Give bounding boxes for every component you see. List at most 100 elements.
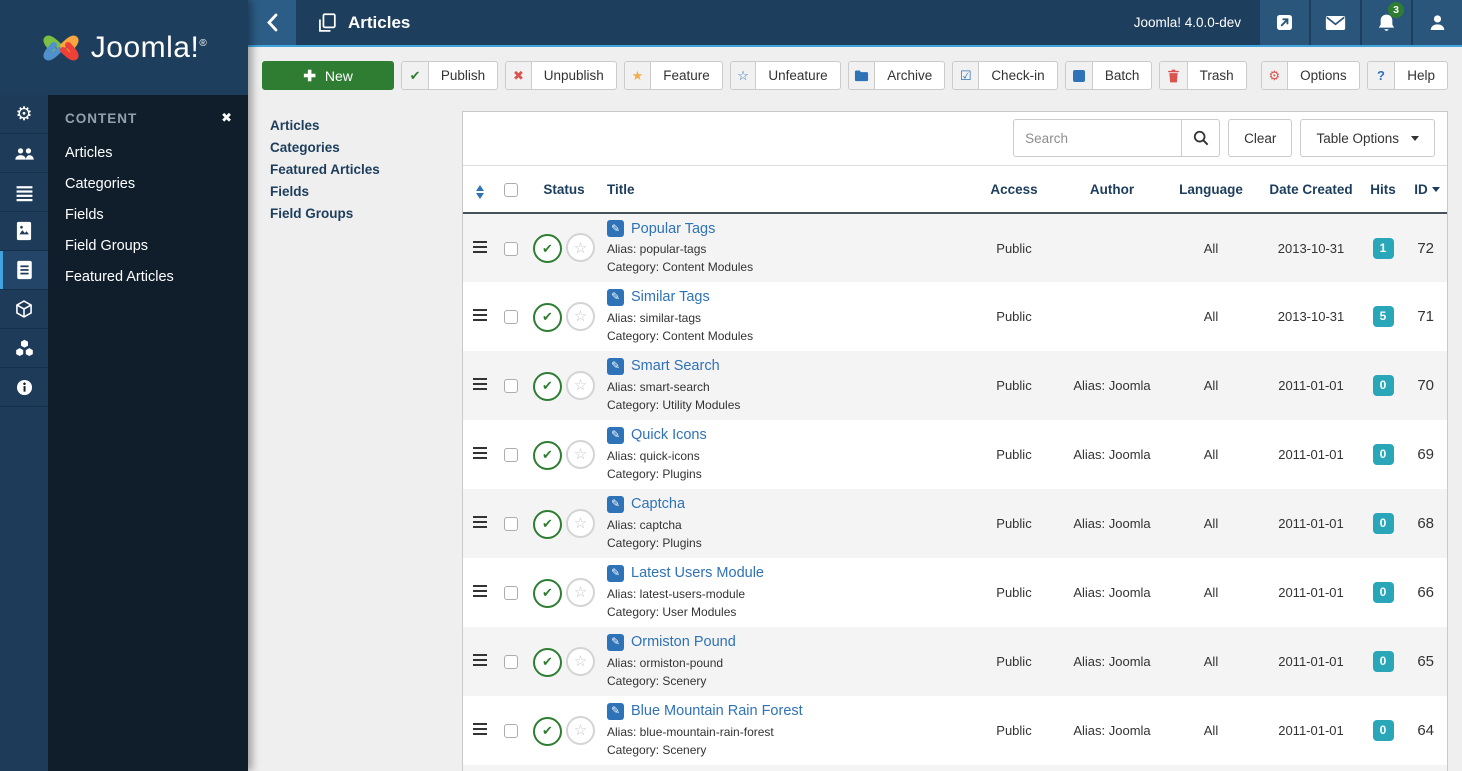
extensions-cubes-icon[interactable] (0, 329, 48, 368)
drag-handle-icon[interactable] (473, 654, 487, 666)
column-id[interactable]: ID (1407, 165, 1447, 214)
archive-button[interactable]: Archive (847, 61, 946, 90)
ordering-sort-icon[interactable] (476, 185, 484, 199)
drag-handle-icon[interactable] (473, 585, 487, 597)
edit-article-icon[interactable]: ✎ (607, 495, 624, 513)
edit-article-icon[interactable]: ✎ (607, 702, 624, 720)
feature-toggle-icon[interactable]: ☆ (566, 715, 595, 745)
components-cube-icon[interactable] (0, 290, 48, 329)
column-status[interactable]: Status (525, 165, 603, 214)
access-cell: Public (996, 240, 1032, 256)
article-title-link[interactable]: Ormiston Pound (631, 634, 736, 650)
published-status-icon[interactable]: ✔ (533, 509, 562, 539)
drag-handle-icon[interactable] (473, 723, 487, 735)
edit-article-icon[interactable]: ✎ (607, 357, 624, 375)
submenu-featured-articles[interactable]: Featured Articles (270, 159, 462, 181)
article-title-link[interactable]: Similar Tags (631, 289, 710, 305)
drag-handle-icon[interactable] (473, 447, 487, 459)
article-title-link[interactable]: Blue Mountain Rain Forest (631, 703, 803, 719)
table-options-button[interactable]: Table Options (1300, 119, 1435, 157)
users-icon[interactable] (0, 134, 48, 173)
batch-button[interactable]: Batch (1064, 61, 1153, 90)
edit-article-icon[interactable]: ✎ (607, 288, 624, 306)
submenu-field-groups[interactable]: Field Groups (270, 203, 462, 225)
edit-article-icon[interactable]: ✎ (607, 426, 624, 444)
edit-article-icon[interactable]: ✎ (607, 564, 624, 582)
preview-button[interactable] (1260, 0, 1309, 45)
column-access[interactable]: Access (963, 165, 1065, 214)
user-menu-button[interactable] (1413, 0, 1462, 45)
row-checkbox[interactable] (504, 379, 518, 394)
article-title-link[interactable]: Popular Tags (631, 221, 715, 237)
search-input[interactable] (1013, 119, 1183, 157)
info-icon[interactable] (0, 368, 48, 407)
system-gear-icon[interactable]: ⚙ (0, 95, 48, 134)
back-button[interactable] (248, 0, 296, 45)
drag-handle-icon[interactable] (473, 516, 487, 528)
column-author[interactable]: Author (1065, 165, 1159, 214)
feature-button[interactable]: ★ Feature (623, 61, 723, 90)
sidebar-item-field-groups[interactable]: Field Groups (65, 231, 232, 262)
search-submit-button[interactable] (1182, 119, 1221, 157)
menus-list-icon[interactable] (0, 173, 48, 212)
edit-article-icon[interactable]: ✎ (607, 633, 624, 651)
row-checkbox[interactable] (504, 448, 518, 463)
publish-button[interactable]: ✔ Publish (401, 61, 499, 90)
help-button[interactable]: ? Help (1366, 61, 1448, 90)
sidebar-item-categories[interactable]: Categories (65, 169, 232, 200)
row-checkbox[interactable] (504, 655, 518, 670)
select-all-checkbox[interactable] (504, 182, 518, 197)
drag-handle-icon[interactable] (473, 378, 487, 390)
article-title-link[interactable]: Captcha (631, 496, 685, 512)
feature-toggle-icon[interactable]: ☆ (566, 646, 595, 676)
sidebar-item-fields[interactable]: Fields (65, 200, 232, 231)
drag-handle-icon[interactable] (473, 240, 487, 253)
article-title-link[interactable]: Smart Search (631, 358, 720, 374)
checkin-button[interactable]: ☑ Check-in (952, 61, 1058, 90)
options-button[interactable]: ⚙ Options (1260, 61, 1360, 90)
new-button[interactable]: ✚ New (262, 61, 395, 90)
submenu-fields[interactable]: Fields (270, 181, 462, 203)
published-status-icon[interactable]: ✔ (533, 234, 562, 263)
edit-article-icon[interactable]: ✎ (607, 220, 624, 237)
feature-toggle-icon[interactable]: ☆ (566, 577, 595, 607)
published-status-icon[interactable]: ✔ (533, 302, 562, 332)
published-status-icon[interactable]: ✔ (533, 716, 562, 746)
content-submenu: Articles Categories Featured Articles Fi… (270, 111, 462, 771)
sidebar-close-icon[interactable]: ✖ (221, 110, 232, 126)
column-title[interactable]: Title (603, 165, 963, 214)
column-language[interactable]: Language (1159, 165, 1263, 214)
sidebar-item-featured-articles[interactable]: Featured Articles (65, 262, 232, 293)
column-hits[interactable]: Hits (1359, 165, 1407, 214)
feature-toggle-icon[interactable]: ☆ (566, 370, 595, 400)
media-icon[interactable] (0, 212, 48, 251)
language-cell: All (1203, 585, 1219, 600)
unpublish-button[interactable]: ✖ Unpublish (505, 61, 617, 90)
row-checkbox[interactable] (504, 586, 518, 601)
content-articles-icon[interactable] (0, 251, 48, 290)
notifications-button[interactable]: 3 (1362, 0, 1411, 45)
row-checkbox[interactable] (504, 310, 518, 325)
messages-button[interactable] (1311, 0, 1360, 45)
published-status-icon[interactable]: ✔ (533, 578, 562, 608)
row-checkbox[interactable] (504, 724, 518, 739)
submenu-articles[interactable]: Articles (270, 115, 462, 137)
row-checkbox[interactable] (504, 517, 518, 532)
published-status-icon[interactable]: ✔ (533, 371, 562, 401)
row-checkbox[interactable] (504, 241, 518, 256)
feature-toggle-icon[interactable]: ☆ (566, 301, 595, 331)
unfeature-button[interactable]: ☆ Unfeature (729, 61, 841, 90)
published-status-icon[interactable]: ✔ (533, 647, 562, 677)
published-status-icon[interactable]: ✔ (533, 440, 562, 470)
column-date-created[interactable]: Date Created (1263, 165, 1359, 214)
article-title-link[interactable]: Latest Users Module (631, 565, 764, 581)
article-title-link[interactable]: Quick Icons (631, 427, 707, 443)
sidebar-item-articles[interactable]: Articles (65, 138, 232, 169)
drag-handle-icon[interactable] (473, 309, 487, 321)
submenu-categories[interactable]: Categories (270, 137, 462, 159)
feature-toggle-icon[interactable]: ☆ (566, 508, 595, 538)
feature-toggle-icon[interactable]: ☆ (566, 233, 595, 262)
feature-toggle-icon[interactable]: ☆ (566, 439, 595, 469)
clear-button[interactable]: Clear (1228, 119, 1293, 157)
trash-button[interactable]: Trash (1159, 61, 1247, 90)
